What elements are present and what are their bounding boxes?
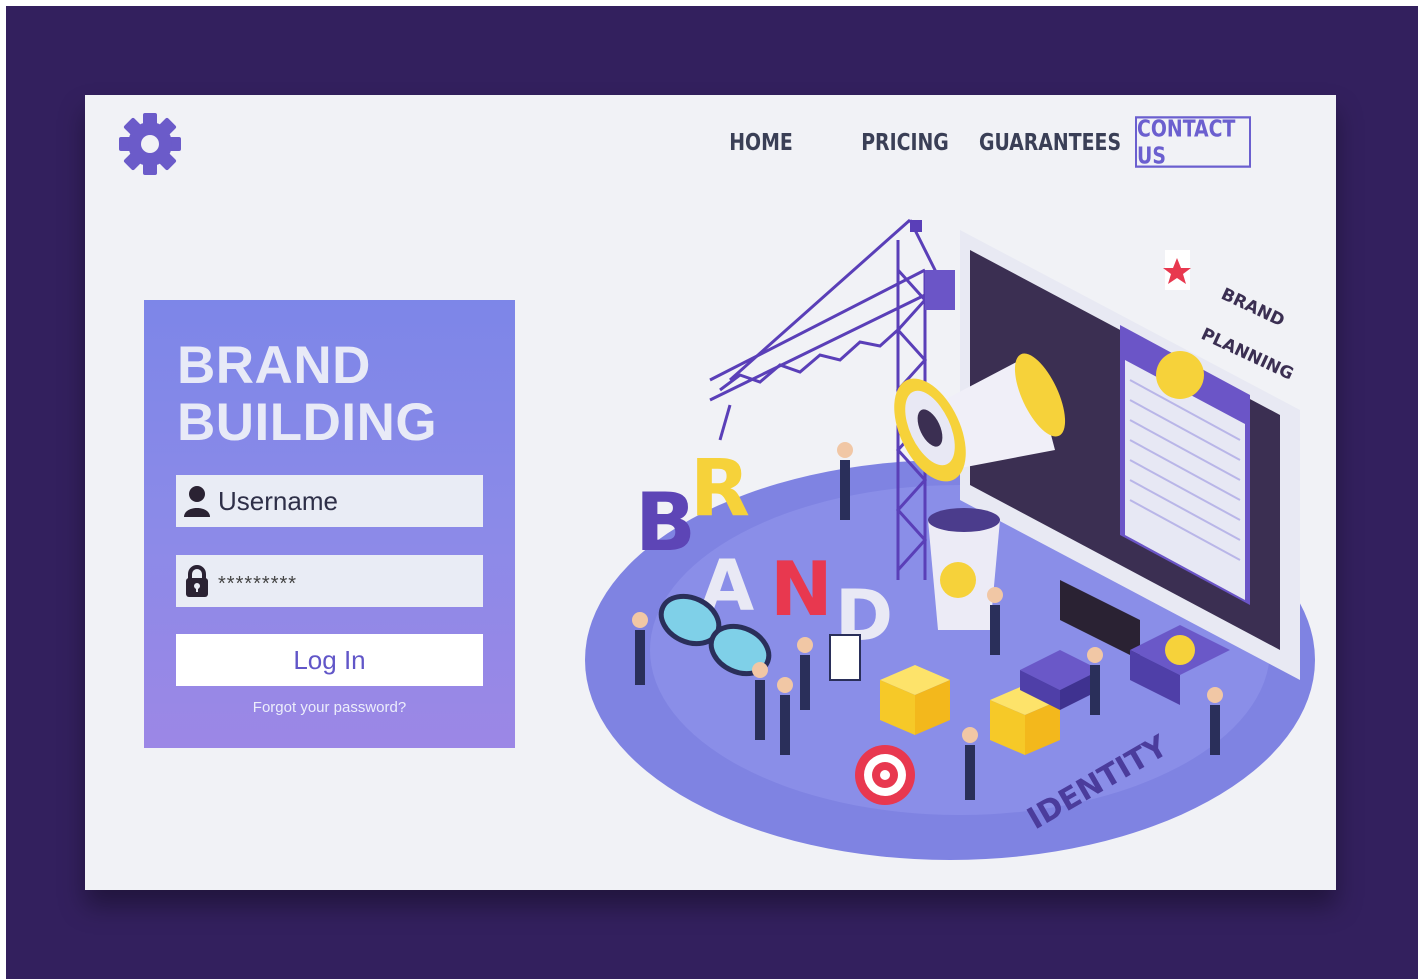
password-value: ********* bbox=[218, 572, 298, 595]
hero-title-line2: BUILDING bbox=[177, 393, 438, 452]
lock-icon bbox=[176, 555, 218, 607]
svg-text:BRAND: BRAND bbox=[1218, 284, 1288, 331]
username-field[interactable]: Username bbox=[176, 475, 483, 527]
user-icon bbox=[176, 475, 218, 527]
hero-title-line1: BRAND bbox=[177, 336, 371, 395]
whiteboard bbox=[829, 634, 861, 681]
nav-guarantees[interactable]: GUARANTEES bbox=[979, 115, 1121, 169]
svg-text:B: B bbox=[635, 476, 696, 569]
username-value: Username bbox=[218, 485, 338, 516]
password-field[interactable]: ********* bbox=[176, 555, 483, 607]
login-button[interactable]: Log In bbox=[176, 634, 483, 686]
gear-icon[interactable] bbox=[117, 111, 183, 177]
nav-home[interactable]: HOME bbox=[718, 115, 804, 169]
target bbox=[855, 745, 915, 805]
forgot-password-link[interactable]: Forgot your password? bbox=[176, 699, 483, 716]
svg-text:N: N bbox=[770, 545, 833, 633]
svg-text:R: R bbox=[690, 444, 750, 534]
nav-contact-us-button[interactable]: CONTACT US bbox=[1135, 115, 1251, 169]
nav-pricing[interactable]: PRICING bbox=[858, 115, 952, 169]
coffee-cup bbox=[928, 508, 1000, 630]
brand-building-illustration: B R A N D BRAND PLANNING IDENTITY bbox=[585, 218, 1315, 860]
